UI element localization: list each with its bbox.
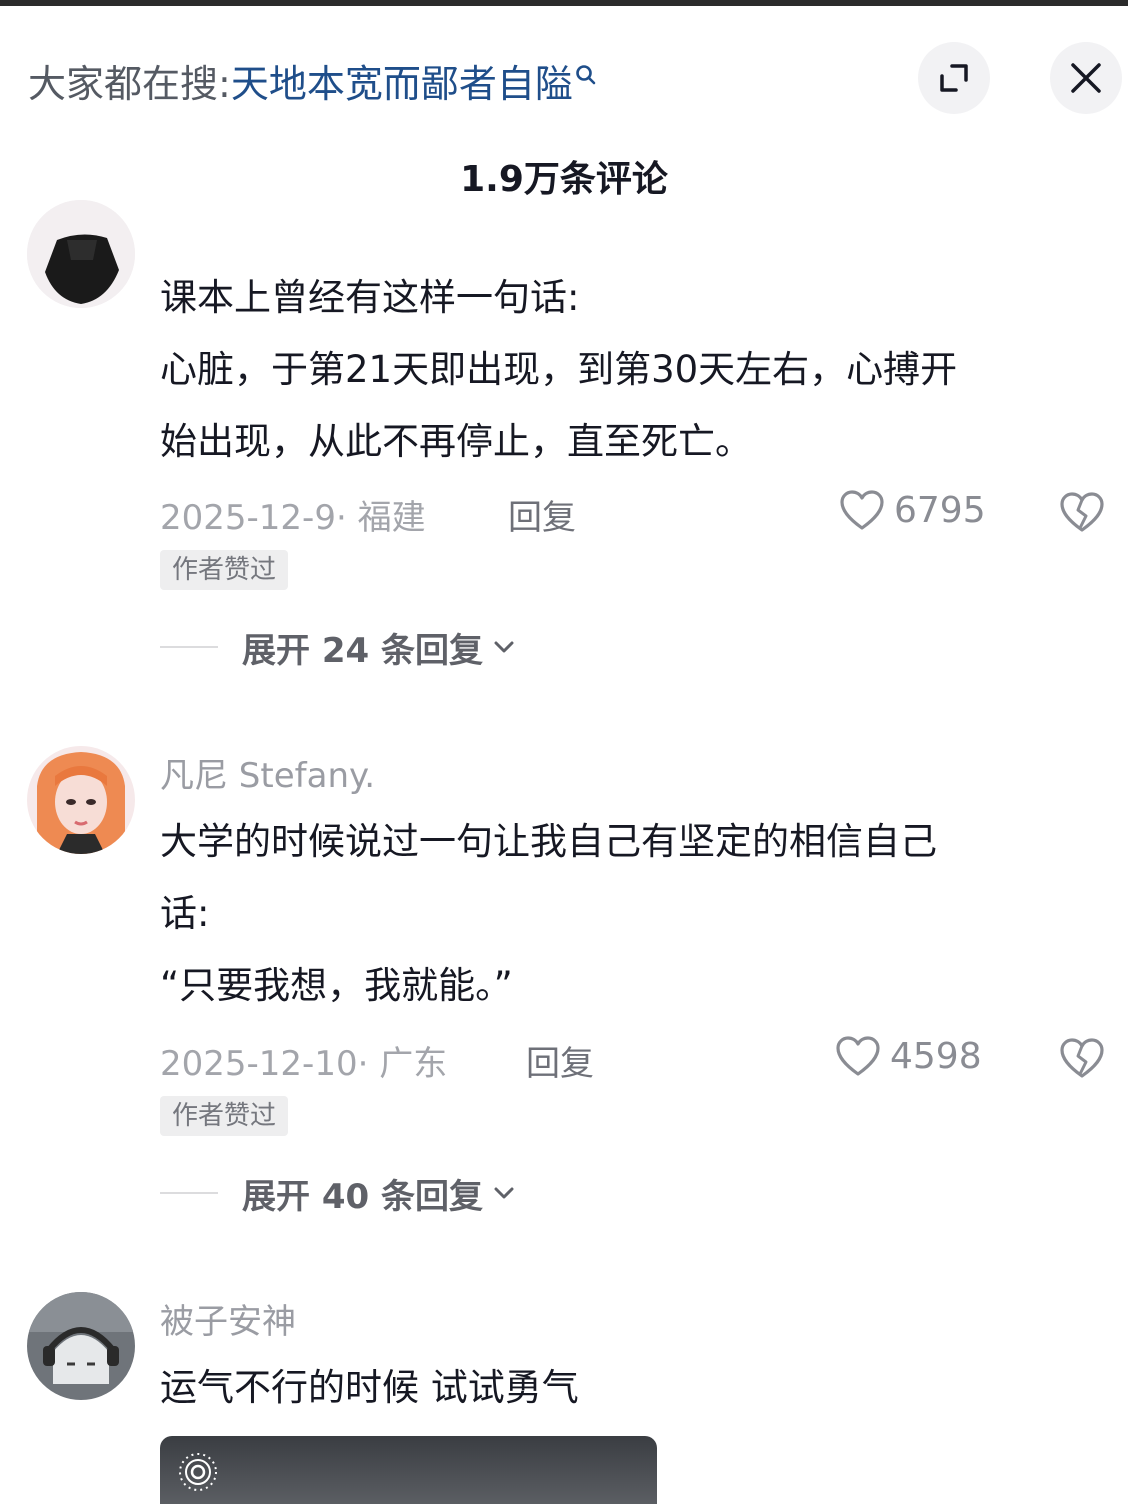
- chevron-down-icon: [494, 641, 514, 653]
- close-button[interactable]: [1050, 42, 1122, 114]
- comment-text: 运气不行的时候 试试勇气: [160, 1366, 579, 1409]
- reply-button[interactable]: 回复: [508, 490, 576, 539]
- avatar[interactable]: [27, 746, 135, 854]
- heart-icon: [836, 1036, 880, 1076]
- reply-button[interactable]: 回复: [526, 1036, 594, 1085]
- expand-replies-button[interactable]: 展开 40 条回复: [160, 1168, 517, 1218]
- heart-icon: [840, 490, 884, 530]
- username[interactable]: 凡尼 Stefany.: [160, 748, 375, 797]
- search-term-link[interactable]: 天地本宽而鄙者自隘: [231, 53, 573, 108]
- expand-replies-button[interactable]: 展开 24 条回复: [160, 622, 517, 672]
- dislike-button[interactable]: [1058, 1036, 1106, 1084]
- author-liked-badge: 作者赞过: [160, 550, 289, 590]
- broken-heart-icon: [1060, 492, 1104, 532]
- trending-search-bar[interactable]: 大家都在搜: 天地本宽而鄙者自隘: [28, 52, 597, 108]
- search-icon: [575, 55, 597, 85]
- comment-image[interactable]: [160, 1436, 657, 1504]
- expand-replies-label: 展开 40 条回复: [242, 1176, 483, 1217]
- comment-count-title: 1.9万条评论: [460, 159, 668, 200]
- chevron-down-icon: [494, 1187, 514, 1199]
- divider: [160, 1192, 218, 1194]
- comment-text: 课本上曾经有这样一句话: 心脏，于第21天即出现，到第30天左右，心搏开 始出现…: [160, 276, 958, 463]
- like-count: 4598: [890, 1035, 982, 1077]
- username[interactable]: 被子安神: [160, 1294, 296, 1343]
- dislike-button[interactable]: [1058, 490, 1106, 538]
- comment-text: 大学的时候说过一句让我自己有坚定的相信自己 话: “只要我想，我就能。”: [160, 820, 937, 1007]
- avatar[interactable]: [27, 1292, 135, 1400]
- divider: [160, 646, 218, 648]
- top-edge: [0, 0, 1128, 6]
- avatar[interactable]: [27, 200, 135, 308]
- search-prefix: 大家都在搜:: [28, 61, 231, 106]
- broken-heart-icon: [1060, 1038, 1104, 1078]
- close-icon: [1071, 63, 1101, 93]
- like-button[interactable]: 6795: [838, 488, 986, 532]
- comment-date-location: 2025-12-10· 广东: [160, 1044, 448, 1084]
- comment-date-location: 2025-12-9· 福建: [160, 498, 426, 538]
- live-photo-icon: [179, 1453, 217, 1491]
- like-count: 6795: [894, 489, 986, 531]
- author-liked-badge: 作者赞过: [160, 1096, 289, 1136]
- expand-button[interactable]: [918, 42, 990, 114]
- like-button[interactable]: 4598: [834, 1034, 982, 1078]
- expand-replies-label: 展开 24 条回复: [242, 630, 483, 671]
- expand-icon: [940, 64, 968, 92]
